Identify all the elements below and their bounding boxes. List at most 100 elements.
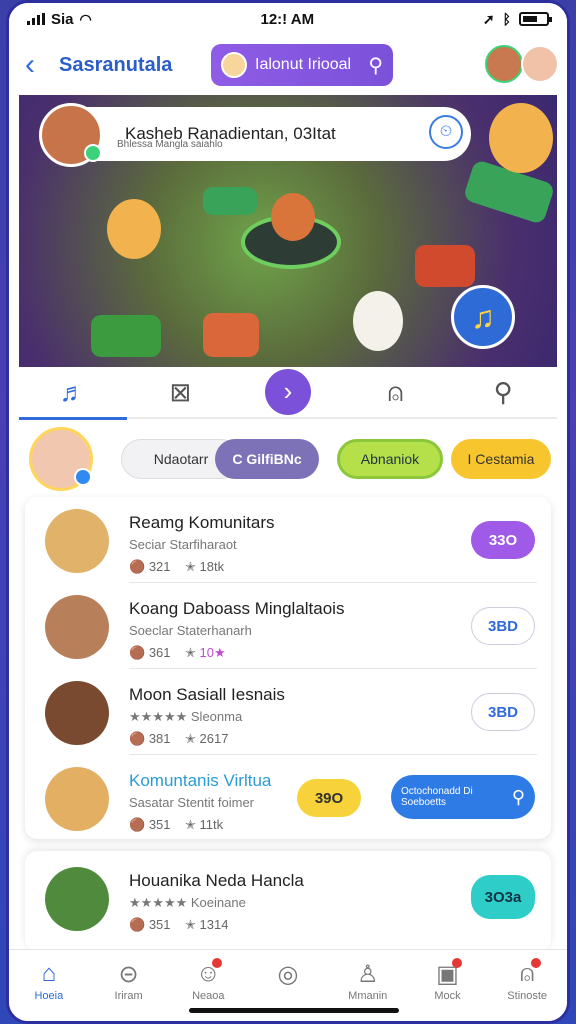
hero-avatar[interactable]	[39, 103, 103, 167]
chevron-right-icon: ›	[264, 369, 311, 415]
join-button[interactable]: 39O	[297, 779, 361, 817]
coin-icon: 🟤	[129, 559, 146, 574]
back-button[interactable]: ‹	[25, 50, 53, 80]
online-badge	[84, 144, 102, 162]
list-item[interactable]: Houanika Neda Hancla ★★★★★ Koeinane 🟤 35…	[25, 855, 551, 941]
filter-chips: Ndaotarr C GilfiBNc Abnaniok I Cestamia	[29, 427, 551, 491]
user-avatar[interactable]	[29, 427, 93, 491]
tab-gallery[interactable]: ⊠	[127, 366, 235, 418]
hero-profile-pill[interactable]: Kasheb Ranadientan, 03Itat	[43, 107, 471, 161]
bluetooth-icon: ᛒ	[502, 11, 511, 27]
clock-icon[interactable]: ⏲	[429, 115, 463, 149]
image-icon: ⊠	[169, 377, 192, 407]
search-icon: ⚲	[493, 377, 513, 407]
media-icon: ▣	[436, 961, 459, 988]
coin-icon: 🟤	[129, 917, 146, 932]
avatar	[45, 867, 109, 931]
lock-icon: ⊝	[118, 961, 139, 988]
tab-search[interactable]: ⚲	[449, 366, 557, 418]
chip-3[interactable]: I Cestamia	[451, 439, 551, 479]
list-item[interactable]: Koang Daboass Minglaltaois Soeclar State…	[25, 583, 551, 669]
music-note-icon: ♬	[59, 377, 86, 407]
tab-alerts[interactable]: ⍝	[342, 366, 450, 418]
join-button[interactable]: 3BD	[471, 693, 535, 731]
compass-icon: ◎	[277, 961, 299, 988]
search-icon: ⚲	[511, 786, 525, 807]
discover-label: Octochonadd Di Soeboetts	[401, 786, 473, 808]
like-icon: ✭	[184, 817, 196, 832]
bottom-navigation: ⌂ Hoeia ⊝ Iriram ☺ Neaoa ◎ ♙ Mmanin ▣ Mo…	[9, 949, 567, 1021]
header-avatar-1[interactable]	[485, 45, 523, 83]
hero-banner: Kasheb Ranadientan, 03Itat Bhlessa Mangl…	[19, 95, 557, 367]
join-button[interactable]: 33O	[471, 521, 535, 559]
toy-bear-2	[489, 103, 553, 173]
verified-badge	[74, 468, 92, 486]
item-title: Koang Daboass Minglaltaois	[129, 599, 345, 618]
item-subtitle: ★★★★★ Sleonma	[129, 709, 243, 724]
join-button[interactable]: 3O3a	[471, 875, 535, 919]
person-icon: ♙	[356, 961, 379, 988]
toy-robot	[203, 313, 259, 357]
bell-icon: ⍝	[387, 377, 404, 407]
coin-icon: 🟤	[129, 645, 146, 660]
battery-icon	[519, 12, 552, 26]
page-title: Sasranutala	[59, 53, 173, 76]
list-item[interactable]: Moon Sasiall Iesnais ★★★★★ Sleonma 🟤 381…	[25, 669, 551, 755]
avatar	[45, 681, 109, 745]
item-meta: 🟤 381 ✭ 2617	[129, 731, 229, 746]
tab-music[interactable]: ♬	[19, 366, 127, 420]
item-title: Moon Sasiall Iesnais	[129, 685, 285, 704]
discover-search-button[interactable]: Octochonadd Di Soeboetts ⚲	[391, 775, 535, 819]
chip-1[interactable]: C GilfiBNc	[215, 439, 319, 479]
phone-screen: Sia ◠ 12:! AM ➚ ᛒ ‹ Sasranutala Ialonut …	[6, 0, 570, 1024]
carrier-label: Sia	[51, 10, 74, 28]
community-list: Reamg Komunitars Seciar Starfiharaot 🟤 3…	[25, 497, 551, 839]
toy-box	[415, 245, 475, 287]
item-meta: 🟤 351 ✭ 11tk	[129, 817, 224, 832]
nav-media[interactable]: ▣ Mock	[408, 950, 488, 1021]
status-bar: Sia ◠ 12:! AM ➚ ᛒ	[9, 3, 567, 35]
signal-icon	[27, 13, 45, 25]
wifi-icon: ◠	[79, 10, 92, 27]
item-subtitle: ★★★★★ Koeinane	[129, 895, 246, 910]
avatar	[45, 509, 109, 573]
item-subtitle: Sasatar Stentit foimer	[129, 795, 254, 810]
search-pill-label: Ialonut Iriooal	[255, 56, 352, 73]
avatar	[45, 595, 109, 659]
like-icon: ✭	[184, 559, 196, 574]
toy-green-block	[203, 187, 257, 215]
item-meta: 🟤 361 ✭ 10★	[129, 645, 226, 660]
avatar	[221, 52, 247, 78]
nav-notifications[interactable]: ⍝ Stinoste	[487, 950, 567, 1021]
like-icon: ✭	[184, 731, 196, 746]
item-subtitle: Soeclar Staterhanarh	[129, 623, 252, 638]
toy-fox	[271, 193, 315, 241]
like-icon: ✭	[184, 645, 196, 660]
section-tabs: ♬ ⊠ › ⍝ ⚲	[19, 366, 557, 420]
home-icon: ⌂	[41, 960, 57, 987]
hero-subtitle: Bhlessa Mangla saiahlo	[117, 139, 223, 150]
item-title: Reamg Komunitars	[129, 513, 275, 532]
list-item[interactable]: Reamg Komunitars Seciar Starfiharaot 🟤 3…	[25, 497, 551, 583]
bell-icon: ⍝	[519, 960, 535, 987]
item-meta: 🟤 321 ✭ 18tk	[129, 559, 225, 574]
like-icon: ✭	[184, 917, 196, 932]
item-title: Houanika Neda Hancla	[129, 871, 304, 890]
chat-icon: ☺	[196, 960, 221, 987]
app-header: ‹ Sasranutala Ialonut Iriooal ⚲	[9, 37, 567, 93]
item-title: Komuntanis Virltua	[129, 771, 272, 790]
search-icon: ⚲	[368, 54, 383, 77]
featured-card[interactable]: Houanika Neda Hancla ★★★★★ Koeinane 🟤 35…	[25, 851, 551, 951]
nav-lock[interactable]: ⊝ Iriram	[89, 950, 169, 1021]
chip-2[interactable]: Abnaniok	[337, 439, 443, 479]
music-note-button[interactable]: ♫	[451, 285, 515, 349]
item-meta: 🟤 351 ✭ 1314	[129, 917, 229, 932]
search-pill[interactable]: Ialonut Iriooal ⚲	[211, 44, 393, 86]
join-button[interactable]: 3BD	[471, 607, 535, 645]
tab-play[interactable]: ›	[234, 366, 342, 418]
toy-bear	[107, 199, 161, 259]
location-icon: ➚	[482, 10, 495, 27]
list-item[interactable]: Komuntanis Virltua Sasatar Stentit foime…	[25, 755, 551, 841]
nav-home[interactable]: ⌂ Hoeia	[9, 950, 89, 1021]
header-avatar-2[interactable]	[521, 45, 559, 83]
